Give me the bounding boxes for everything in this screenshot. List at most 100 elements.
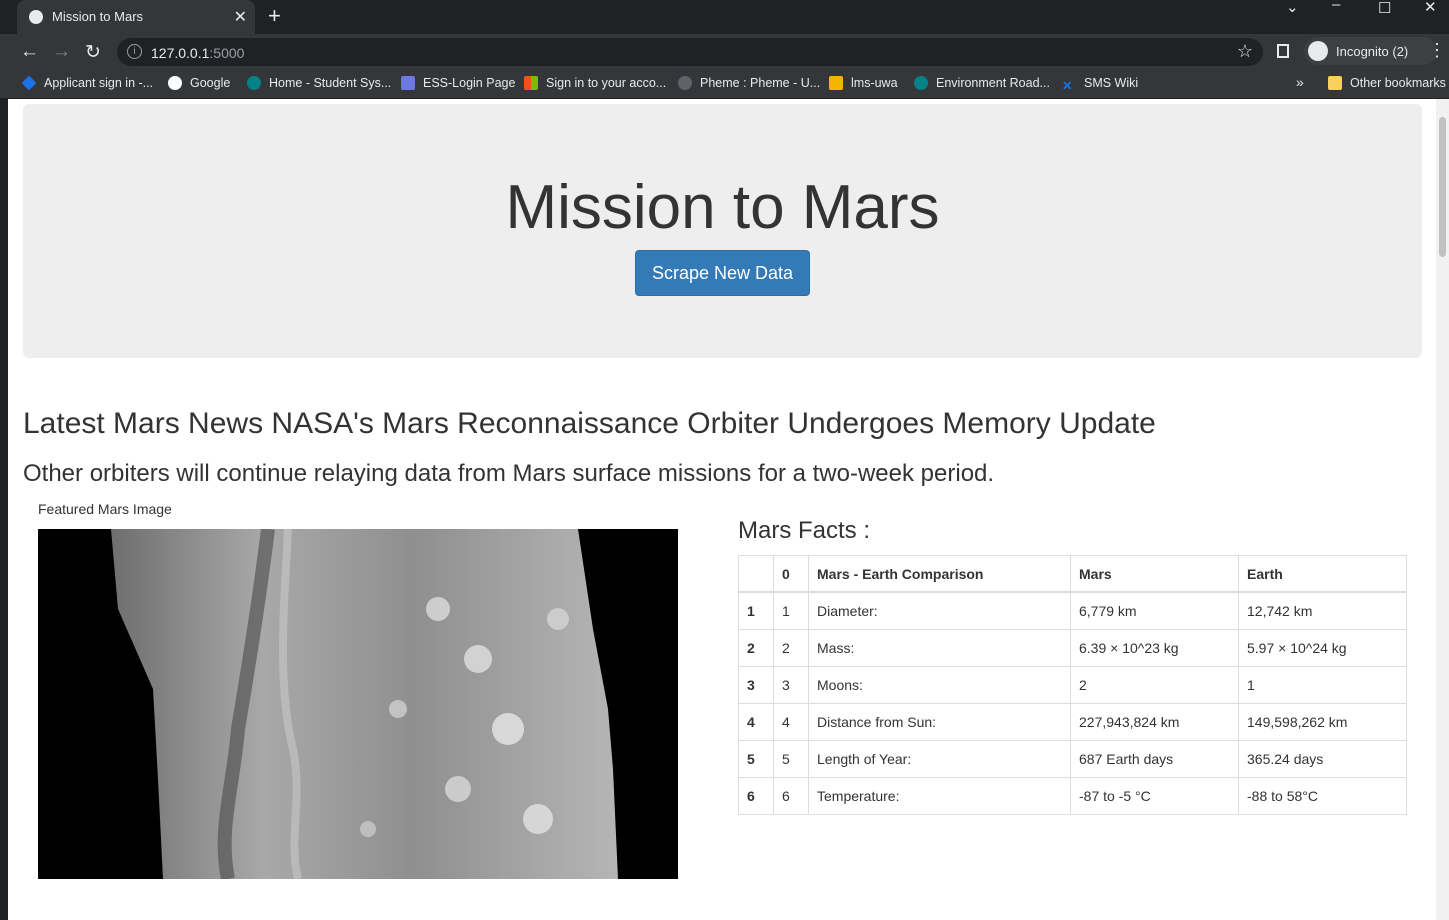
bookmark-label: Pheme : Pheme - U... xyxy=(700,76,821,90)
featured-image-label: Featured Mars Image xyxy=(38,501,172,517)
table-cell: 6.39 × 10^23 kg xyxy=(1070,629,1239,667)
table-cell: Temperature: xyxy=(808,777,1071,815)
scrape-new-data-button[interactable]: Scrape New Data xyxy=(635,250,810,296)
pencil-icon xyxy=(829,76,843,90)
folder-icon xyxy=(1328,76,1342,90)
table-row: 5 5 Length of Year: 687 Earth days 365.2… xyxy=(738,740,1407,778)
table-cell: 1 xyxy=(1238,666,1407,704)
tab-title: Mission to Mars xyxy=(52,9,144,24)
address-bar[interactable]: i 127.0.0.1:5000 ☆ xyxy=(117,38,1263,66)
diamond-icon xyxy=(21,75,37,91)
table-cell: 365.24 days xyxy=(1238,740,1407,778)
jumbotron: Mission to Mars Scrape New Data xyxy=(23,104,1422,358)
table-row: 2 2 Mass: 6.39 × 10^23 kg 5.97 × 10^24 k… xyxy=(738,629,1407,667)
close-tab-icon[interactable]: ✕ xyxy=(234,7,247,27)
bookmarks-bar: Applicant sign in -... Google Home - Stu… xyxy=(0,70,1449,99)
news-title: Latest Mars News NASA's Mars Reconnaissa… xyxy=(23,407,1156,440)
sharepoint-icon xyxy=(247,76,261,90)
menu-dots-icon[interactable]: ⋮ xyxy=(1428,40,1446,61)
table-row: 4 4 Distance from Sun: 227,943,824 km 14… xyxy=(738,703,1407,741)
page-title: Mission to Mars xyxy=(505,173,940,242)
bookmark-label: Environment Road... xyxy=(936,76,1050,90)
info-icon[interactable]: i xyxy=(127,44,142,59)
bookmark-item[interactable]: Sign in to your acco... xyxy=(524,76,666,90)
side-panel-icon[interactable] xyxy=(1277,44,1289,58)
table-cell: 1 xyxy=(773,591,809,630)
table-row: 1 1 Diameter: 6,779 km 12,742 km xyxy=(738,591,1407,630)
mars-facts-title: Mars Facts : xyxy=(738,517,871,544)
bookmark-label: Applicant sign in -... xyxy=(44,76,154,90)
microsoft-icon xyxy=(524,76,538,90)
new-tab-icon[interactable]: + xyxy=(268,3,281,29)
url-port: :5000 xyxy=(209,45,245,61)
browser-toolbar: ← → ↻ i 127.0.0.1:5000 ☆ Incognito (2) ⋮ xyxy=(0,34,1449,70)
maximize-icon[interactable]: ☐ xyxy=(1378,0,1391,17)
scrollbar-thumb[interactable] xyxy=(1439,117,1446,257)
table-cell: Diameter: xyxy=(808,591,1071,630)
table-cell: Length of Year: xyxy=(808,740,1071,778)
globe-icon xyxy=(29,10,43,24)
x-icon: ✕ xyxy=(1062,79,1073,93)
bookmark-label: lms-uwa xyxy=(851,76,898,90)
column-header: 0 xyxy=(773,555,809,593)
row-index: 5 xyxy=(738,740,774,778)
incognito-profile-button[interactable]: Incognito (2) xyxy=(1304,37,1437,65)
bookmark-label: Sign in to your acco... xyxy=(546,76,667,90)
url-host: 127.0.0.1 xyxy=(151,45,210,61)
table-cell: -87 to -5 °C xyxy=(1070,777,1239,815)
reload-icon[interactable]: ↻ xyxy=(85,41,101,64)
row-index: 2 xyxy=(738,629,774,667)
url-text: 127.0.0.1:5000 xyxy=(151,45,244,61)
back-icon[interactable]: ← xyxy=(20,41,39,63)
globe-icon xyxy=(678,76,692,90)
bookmark-item[interactable]: Applicant sign in -... xyxy=(21,75,154,91)
table-cell: Moons: xyxy=(808,666,1071,704)
close-window-icon[interactable]: ✕ xyxy=(1424,0,1437,16)
mars-facts-table: 0 Mars - Earth Comparison Mars Earth 1 1… xyxy=(738,555,1407,815)
bookmark-label: Home - Student Sys... xyxy=(269,76,392,90)
bookmarks-overflow-icon[interactable]: » xyxy=(1296,74,1304,90)
other-bookmarks-label: Other bookmarks xyxy=(1350,76,1446,90)
bookmark-label: Google xyxy=(190,76,231,90)
column-header: Mars xyxy=(1070,555,1239,593)
page-scrollbar[interactable] xyxy=(1436,99,1449,920)
bookmark-item[interactable]: Environment Road... xyxy=(914,76,1050,90)
table-cell: 2 xyxy=(773,629,809,667)
row-index: 4 xyxy=(738,703,774,741)
minimize-icon[interactable]: – xyxy=(1332,0,1340,13)
column-header xyxy=(738,555,774,593)
devtools-strip xyxy=(0,99,8,920)
bookmark-item[interactable]: ESS-Login Page xyxy=(401,76,515,90)
google-icon xyxy=(168,76,182,90)
forward-icon[interactable]: → xyxy=(52,41,71,63)
table-cell: 149,598,262 km xyxy=(1238,703,1407,741)
row-index: 6 xyxy=(738,777,774,815)
bookmark-item[interactable]: Home - Student Sys... xyxy=(247,76,391,90)
page-viewport: Mission to Mars Scrape New Data Latest M… xyxy=(8,99,1449,920)
table-cell: Mass: xyxy=(808,629,1071,667)
table-cell: -88 to 58°C xyxy=(1238,777,1407,815)
bookmark-item[interactable]: Pheme : Pheme - U... xyxy=(678,76,820,90)
sharepoint-icon xyxy=(914,76,928,90)
bookmark-item[interactable]: Google xyxy=(168,76,230,90)
incognito-icon xyxy=(1308,41,1328,61)
table-header-row: 0 Mars - Earth Comparison Mars Earth xyxy=(738,555,1407,593)
table-cell: 687 Earth days xyxy=(1070,740,1239,778)
row-index: 3 xyxy=(738,666,774,704)
news-paragraph: Other orbiters will continue relaying da… xyxy=(23,460,995,487)
bookmark-item[interactable]: lms-uwa xyxy=(829,76,898,90)
table-cell: 3 xyxy=(773,666,809,704)
bookmark-star-icon[interactable]: ☆ xyxy=(1237,41,1253,62)
bookmark-item[interactable]: ✕ SMS Wiki xyxy=(1062,76,1138,93)
chevron-down-icon[interactable]: ⌄ xyxy=(1286,0,1299,16)
column-header: Mars - Earth Comparison xyxy=(808,555,1071,593)
row-index: 1 xyxy=(738,591,774,630)
other-bookmarks-folder[interactable]: Other bookmarks xyxy=(1328,76,1446,90)
browser-tab[interactable]: Mission to Mars ✕ xyxy=(17,0,255,34)
bookmark-label: SMS Wiki xyxy=(1084,76,1139,90)
table-cell: 2 xyxy=(1070,666,1239,704)
table-cell: Distance from Sun: xyxy=(808,703,1071,741)
table-cell: 4 xyxy=(773,703,809,741)
table-cell: 5 xyxy=(773,740,809,778)
crest-icon xyxy=(401,76,415,90)
